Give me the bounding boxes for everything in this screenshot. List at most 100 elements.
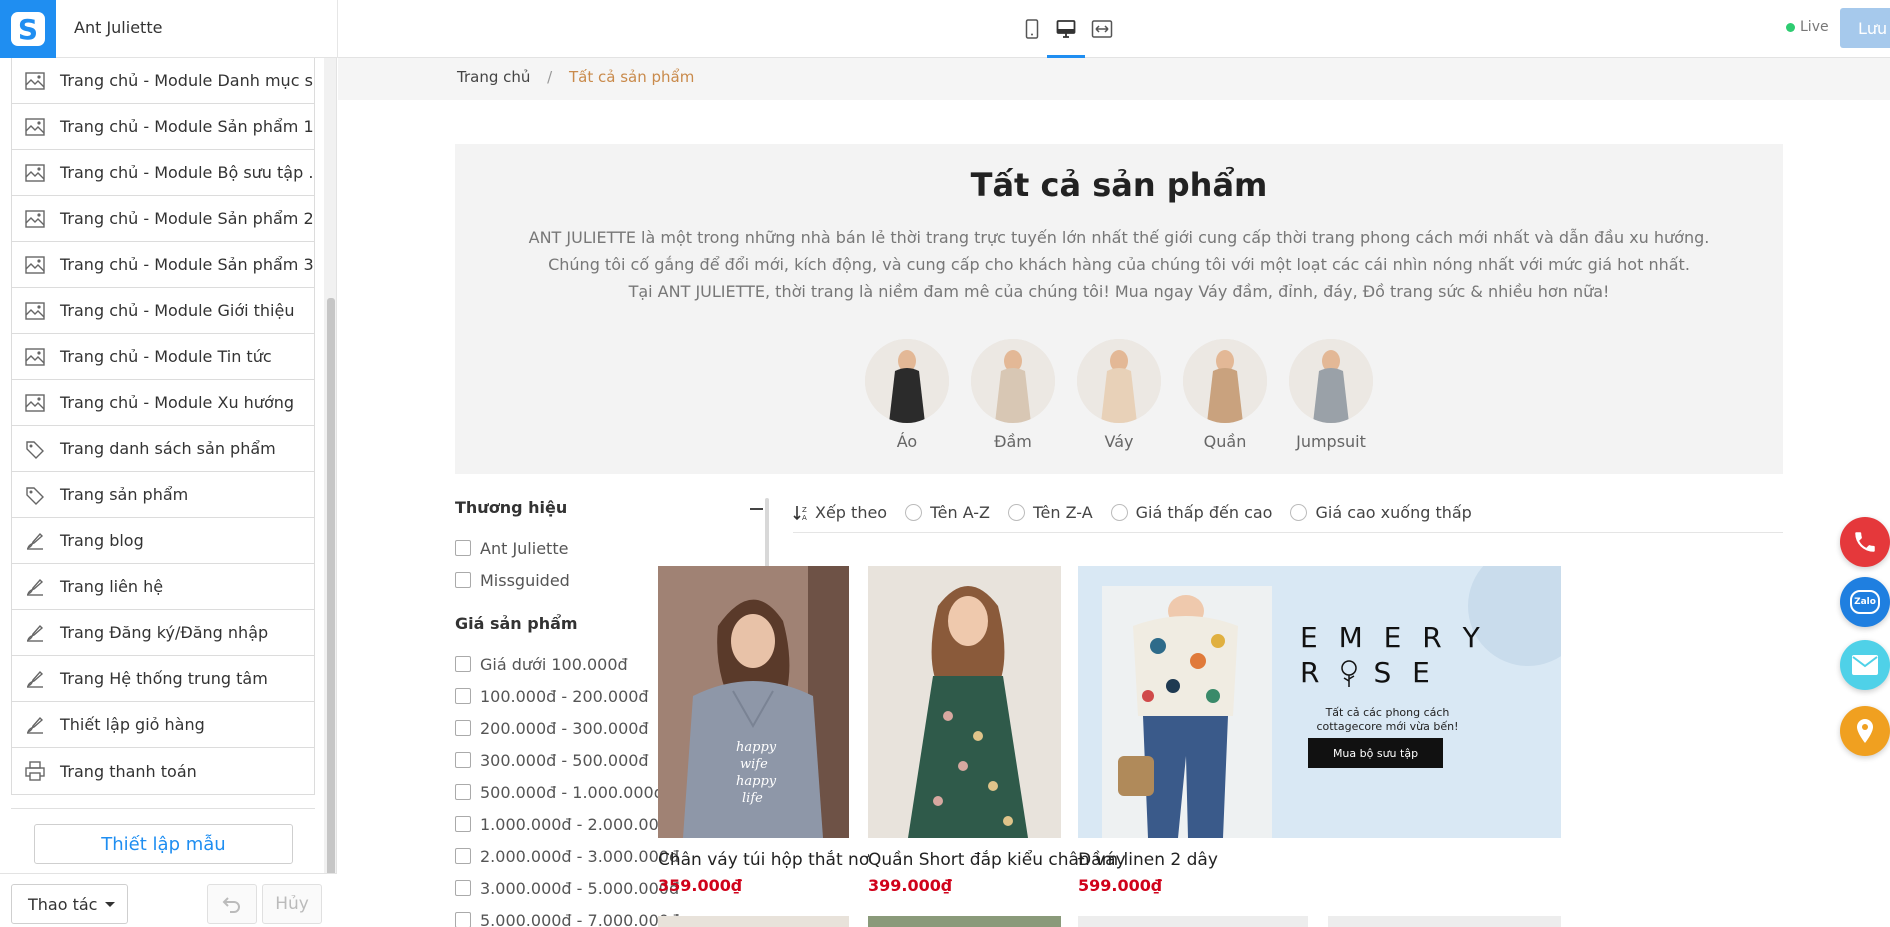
sidebar-item[interactable]: Trang chủ - Module Giới thiệu [12,288,314,334]
filter-option-label: Missguided [480,570,570,590]
product-name[interactable]: Quần Short đắp kiểu chân váy [868,850,1126,870]
sidebar-item[interactable]: Trang Hệ thống trung tâm [12,656,314,702]
sort-radio[interactable] [905,504,923,521]
sidebar-item[interactable]: Trang chủ - Module Danh mục s... [12,58,314,104]
zalo-button[interactable]: Zalo [1840,577,1890,627]
undo-button[interactable] [207,884,257,924]
template-setup-button[interactable]: Thiết lập mẫu [34,824,293,864]
product-card-partial[interactable] [1078,916,1308,927]
category-item[interactable]: Quần [1183,339,1267,451]
sidebar-item[interactable]: Trang chủ - Module Bộ sưu tập ... [12,150,314,196]
sidebar: Trang chủ - Module Danh mục s... Trang ch… [0,58,337,927]
topbar-divider [337,0,338,58]
sidebar-item[interactable]: Trang blog [12,518,314,564]
actions-dropdown[interactable]: Thao tác [11,884,128,924]
sort-option[interactable]: Tên Z-A [1008,503,1093,522]
product-card[interactable]: E M E R Y R S E Tất cả các phong cách co… [1078,566,1561,895]
mail-icon [1852,655,1878,675]
filter-option[interactable]: Ant Juliette [455,532,765,564]
sidebar-scrollbar-thumb[interactable] [327,298,335,878]
sidebar-item[interactable]: Trang chủ - Module Tin tức [12,334,314,380]
sidebar-item[interactable]: Trang Đăng ký/Đăng nhập [12,610,314,656]
sidebar-item[interactable]: Trang chủ - Module Sản phẩm 3 [12,242,314,288]
live-status: Live [1786,19,1829,35]
banner-brand-r: R [1300,656,1326,689]
category-label[interactable]: Váy [1105,432,1134,451]
collection-hero: Tất cả sản phẩm ANT JULIETTE là một tron… [455,144,1783,474]
sidebar-item[interactable]: Trang liên hệ [12,564,314,610]
sidebar-item-label: Trang Đăng ký/Đăng nhập [60,623,269,642]
filter-checkbox[interactable] [455,784,471,800]
email-button[interactable] [1840,640,1890,690]
sort-option[interactable]: Giá cao xuống thấp [1290,503,1472,522]
banner-brand-line1: E M E R Y [1300,621,1486,654]
brand-filter-title[interactable]: Thương hiệu [455,498,765,520]
category-image[interactable] [1289,339,1373,423]
sidebar-item[interactable]: Trang sản phẩm [12,472,314,518]
sidebar-item[interactable]: Trang chủ - Module Xu hướng [12,380,314,426]
category-image[interactable] [971,339,1055,423]
sort-option[interactable]: Giá thấp đến cao [1110,503,1272,522]
filter-checkbox[interactable] [455,540,471,556]
product-card-partial[interactable] [658,916,849,927]
product-card[interactable]: happy wife happy life Chân váy túi hộp t… [658,566,869,895]
filter-checkbox[interactable] [455,880,471,896]
filter-checkbox[interactable] [455,912,471,927]
filter-checkbox[interactable] [455,572,471,588]
sort-radio[interactable] [1008,504,1026,521]
sidebar-item[interactable]: Trang danh sách sản phẩm [12,426,314,472]
sidebar-item-label: Trang chủ - Module Xu hướng [60,393,295,412]
sort-radio[interactable] [1290,504,1308,521]
product-card-partial[interactable] [868,916,1061,927]
breadcrumb-home[interactable]: Trang chủ [457,68,530,86]
sidebar-item[interactable]: Trang chủ - Module Sản phẩm 2 [12,196,314,242]
category-label[interactable]: Quần [1204,432,1247,451]
sidebar-item[interactable]: Thiết lập giỏ hàng [12,702,314,748]
product-name[interactable]: Chân váy túi hộp thắt nơ [658,850,869,870]
cancel-button[interactable]: Hủy [262,884,322,924]
sidebar-item[interactable]: Trang thanh toán [12,748,314,794]
category-label[interactable]: Jumpsuit [1296,432,1366,451]
call-button[interactable] [1840,517,1890,567]
category-item[interactable]: Jumpsuit [1289,339,1373,451]
mobile-icon [1025,19,1039,39]
product-card-partial[interactable] [1328,916,1561,927]
location-button[interactable] [1840,706,1890,756]
category-item[interactable]: Áo [865,339,949,451]
shirt-print: happy [736,740,777,755]
breadcrumb-bar: Trang chủ / Tất cả sản phẩm [338,58,1890,100]
category-label[interactable]: Áo [897,432,917,451]
sort-radio[interactable] [1110,504,1128,521]
app-logo[interactable]: S [0,0,56,58]
product-card[interactable]: Quần Short đắp kiểu chân váy 399.000₫ [868,566,1126,895]
filter-checkbox[interactable] [455,688,471,704]
mobile-view-button[interactable] [1019,16,1045,42]
product-name[interactable]: Đầm linen 2 dây [1078,850,1561,870]
category-image[interactable] [865,339,949,423]
product-image[interactable] [868,566,1061,838]
sidebar-item-label: Trang chủ - Module Bộ sưu tập ... [60,163,314,182]
save-button[interactable]: Lưu [1840,8,1890,48]
sort-option[interactable]: Tên A-Z [905,503,990,522]
filter-option-label: 100.000đ - 200.000đ [480,686,649,706]
filter-checkbox[interactable] [455,752,471,768]
filter-option-label: 2.000.000đ - 3.000.000đ [480,846,680,866]
product-image[interactable]: happy wife happy life [658,566,849,838]
desktop-view-button[interactable] [1053,16,1079,42]
category-image[interactable] [1183,339,1267,423]
category-item[interactable]: Đầm [971,339,1055,451]
filter-checkbox[interactable] [455,816,471,832]
product-price: 359.000₫ [658,876,743,895]
sidebar-item[interactable]: Trang chủ - Module Sản phẩm 1 [12,104,314,150]
banner-cta-button[interactable]: Mua bộ sưu tập [1308,738,1443,768]
category-item[interactable]: Váy [1077,339,1161,451]
filter-checkbox[interactable] [455,848,471,864]
category-label[interactable]: Đầm [994,432,1032,451]
logo-letter: S [11,12,45,46]
filter-checkbox[interactable] [455,656,471,672]
fullwidth-view-button[interactable] [1089,16,1115,42]
collapse-icon[interactable] [750,508,763,510]
filter-checkbox[interactable] [455,720,471,736]
product-image[interactable]: E M E R Y R S E Tất cả các phong cách co… [1078,566,1561,838]
category-image[interactable] [1077,339,1161,423]
